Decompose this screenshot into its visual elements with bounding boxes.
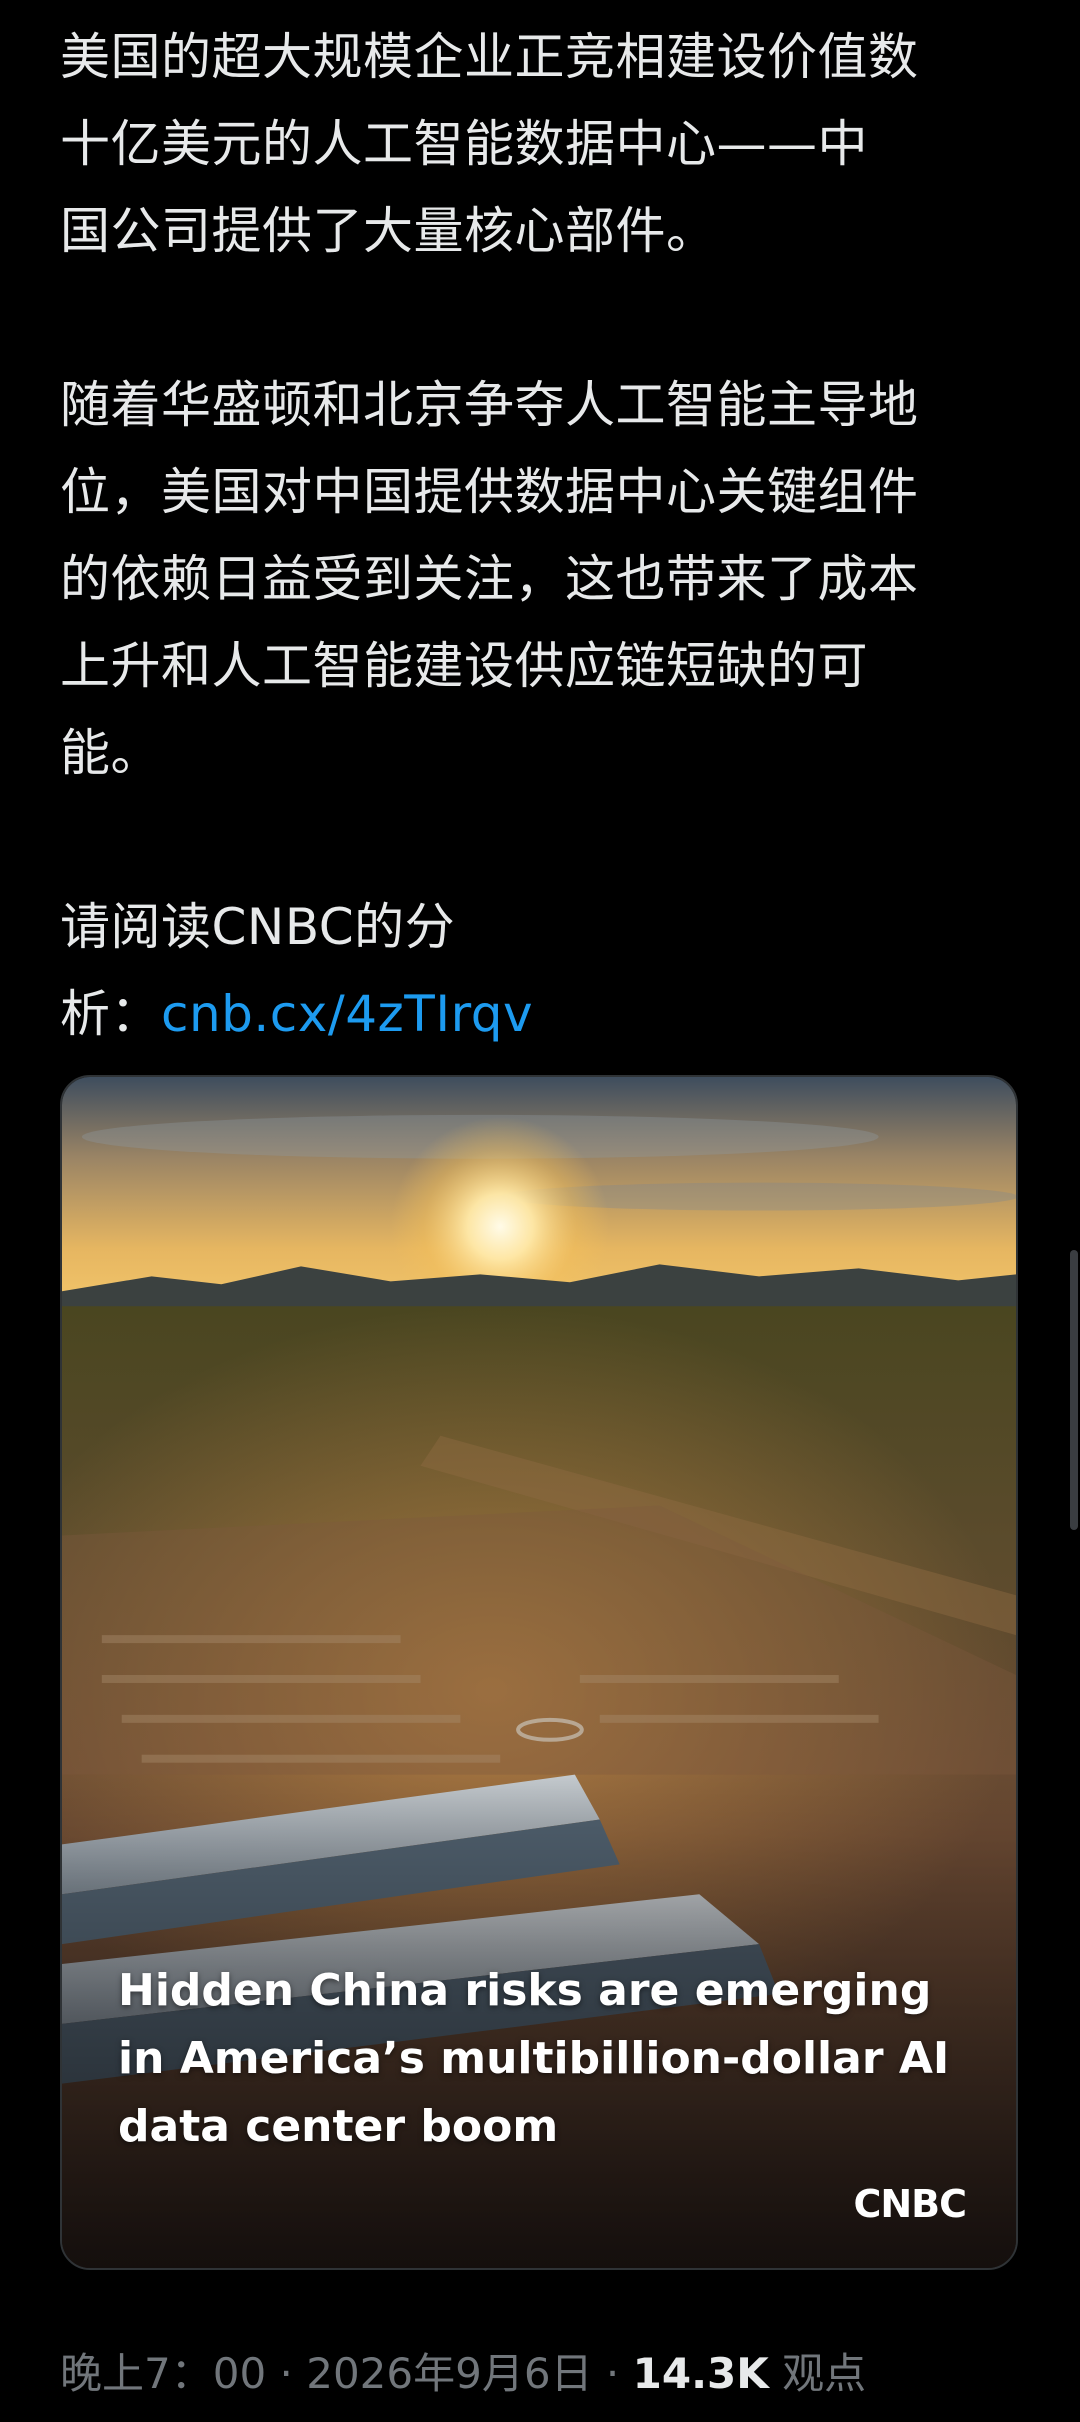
text-line: 析：cnb.cx/4zTIrqv [60,971,1035,1058]
text-line: 十亿美元的人工智能数据中心——中 [60,115,868,173]
text-line: 的依赖日益受到关注，这也带来了成本 [60,550,919,608]
link-preview-card[interactable]: Hidden China risks are emerging in Ameri… [60,1075,1018,2270]
card-headline: Hidden China risks are emerging in Ameri… [118,1957,978,2161]
text-line: 位，美国对中国提供数据中心关键组件 [60,463,919,521]
separator: · [592,2349,633,2398]
text-line: 美国的超大规模企业正竞相建设价值数 [60,28,919,86]
views-count[interactable]: 14.3K [633,2349,769,2398]
headline-line: Hidden China risks are emerging [118,1965,932,2016]
tweet-text: 美国的超大规模企业正竞相建设价值数 十亿美元的人工智能数据中心——中 国公司提供… [60,14,1035,1145]
text-line: 请阅读CNBC的分 [60,898,456,956]
article-link[interactable]: cnb.cx/4zTIrqv [161,985,533,1043]
cnbc-logo: CNBC [853,2182,967,2226]
text-line: 能。 [60,724,161,782]
paragraph-1: 美国的超大规模企业正竞相建设价值数 十亿美元的人工智能数据中心——中 国公司提供… [60,14,1035,275]
separator: · [266,2349,307,2398]
headline-line: data center boom [118,2101,559,2152]
paragraph-3: 请阅读CNBC的分 析：cnb.cx/4zTIrqv [60,884,1035,1058]
paragraph-2: 随着华盛顿和北京争夺人工智能主导地 位，美国对中国提供数据中心关键组件 的依赖日… [60,362,1035,797]
text-line: 上升和人工智能建设供应链短缺的可 [60,637,868,695]
post-time[interactable]: 晚上7：00 [60,2349,266,2398]
scrollbar[interactable] [1070,1250,1078,1530]
text-prefix: 析： [60,985,161,1043]
headline-line: in America’s multibillion-dollar AI [118,2033,950,2084]
post-date[interactable]: 2026年9月6日 [306,2349,592,2398]
views-label: 观点 [768,2349,867,2398]
text-line: 随着华盛顿和北京争夺人工智能主导地 [60,376,919,434]
text-line: 国公司提供了大量核心部件。 [60,202,717,260]
tweet-meta: 晚上7：00 · 2026年9月6日 · 14.3K 观点 [60,2340,866,2401]
